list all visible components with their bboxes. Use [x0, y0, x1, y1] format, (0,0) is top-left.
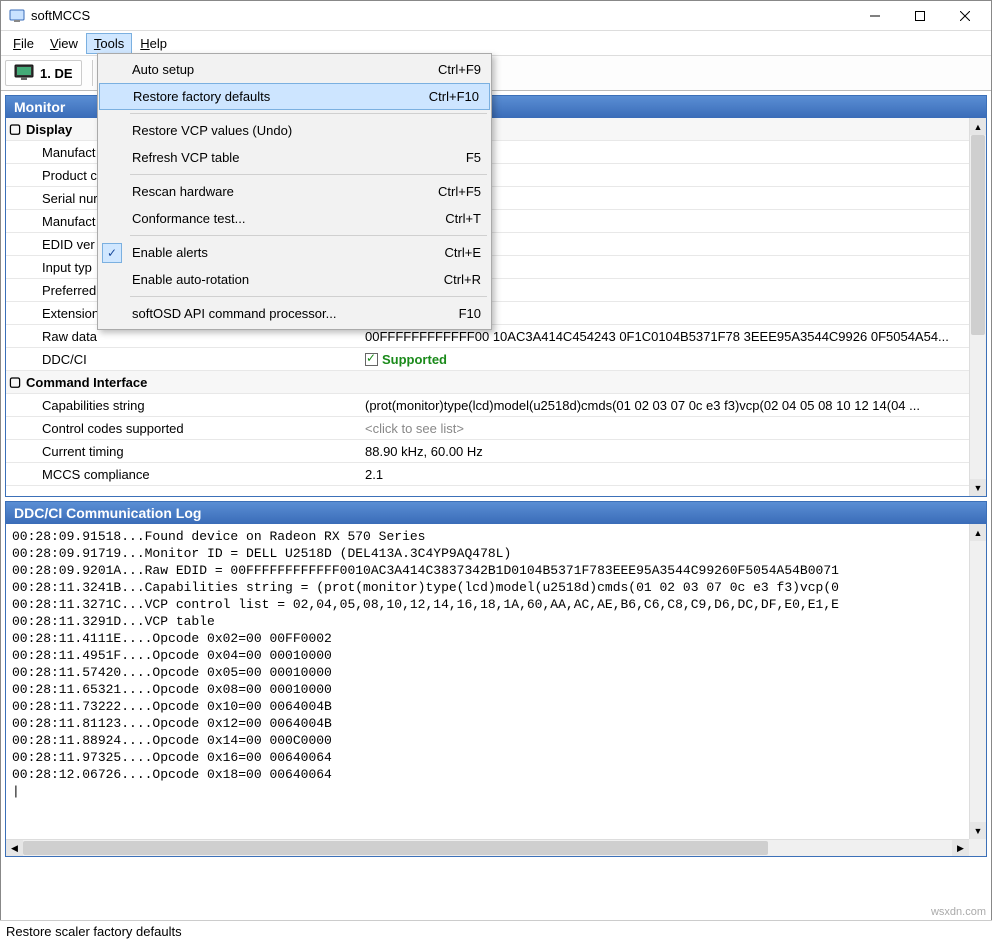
toolbar-separator — [92, 60, 93, 86]
collapse-icon[interactable]: ▢ — [6, 374, 24, 390]
menu-item-label: Enable alerts — [132, 245, 445, 260]
monitor-selector-label: 1. DE — [40, 66, 73, 81]
menu-item-refresh-vcp-table[interactable]: Refresh VCP tableF5 — [98, 144, 491, 171]
menu-divider — [130, 174, 487, 175]
minimize-button[interactable] — [852, 2, 897, 30]
log-text[interactable]: 00:28:09.91518...Found device on Radeon … — [6, 524, 986, 834]
table-row[interactable]: Capabilities string(prot(monitor)type(lc… — [6, 394, 986, 417]
log-horizontal-scrollbar[interactable]: ◀ ▶ — [6, 839, 969, 856]
table-row-ddcci[interactable]: DDC/CISupported — [6, 348, 986, 371]
menu-divider — [130, 296, 487, 297]
menu-item-conformance-test[interactable]: Conformance test...Ctrl+T — [98, 205, 491, 232]
menu-item-label: Conformance test... — [132, 211, 445, 226]
scroll-right-icon[interactable]: ▶ — [952, 840, 969, 856]
menu-view[interactable]: View — [42, 33, 86, 54]
watermark: wsxdn.com — [931, 906, 986, 918]
app-title: softMCCS — [31, 8, 852, 23]
menu-item-shortcut: Ctrl+F9 — [438, 62, 481, 77]
menu-item-rescan-hardware[interactable]: Rescan hardwareCtrl+F5 — [98, 178, 491, 205]
group-command-interface[interactable]: ▢ Command Interface 📌 — [6, 371, 986, 394]
statusbar: Restore scaler factory defaults — [0, 920, 992, 942]
menu-item-label: Restore VCP values (Undo) — [132, 123, 481, 138]
scroll-left-icon[interactable]: ◀ — [6, 840, 23, 856]
menu-item-shortcut: Ctrl+E — [445, 245, 481, 260]
check-icon: ✓ — [102, 243, 122, 263]
menu-item-auto-setup[interactable]: Auto setupCtrl+F9 — [98, 56, 491, 83]
menu-item-label: softOSD API command processor... — [132, 306, 459, 321]
monitor-selector-button[interactable]: 1. DE — [5, 60, 82, 86]
menu-item-restore-factory-defaults[interactable]: Restore factory defaultsCtrl+F10 — [99, 83, 490, 110]
scroll-up-icon[interactable]: ▲ — [970, 118, 986, 135]
scroll-up-icon[interactable]: ▲ — [970, 524, 986, 541]
log-panel: DDC/CI Communication Log 00:28:09.91518.… — [5, 501, 987, 857]
menu-item-enable-auto-rotation[interactable]: Enable auto-rotationCtrl+R — [98, 266, 491, 293]
menu-item-shortcut: F10 — [459, 306, 481, 321]
table-row[interactable]: MCCS compliance2.1 — [6, 463, 986, 486]
menu-item-label: Rescan hardware — [132, 184, 438, 199]
menu-help[interactable]: Help — [132, 33, 175, 54]
monitor-icon — [14, 64, 34, 82]
menu-file[interactable]: File — [5, 33, 42, 54]
menu-item-restore-vcp-values-undo[interactable]: Restore VCP values (Undo) — [98, 117, 491, 144]
menu-item-label: Auto setup — [132, 62, 438, 77]
menu-item-label: Restore factory defaults — [133, 89, 429, 104]
scroll-down-icon[interactable]: ▼ — [970, 822, 986, 839]
menu-item-shortcut: Ctrl+T — [445, 211, 481, 226]
menu-divider — [130, 113, 487, 114]
app-icon — [9, 8, 25, 24]
menu-item-shortcut: F5 — [466, 150, 481, 165]
checkbox-icon — [365, 353, 378, 366]
tools-dropdown: Auto setupCtrl+F9Restore factory default… — [97, 53, 492, 330]
titlebar: softMCCS — [1, 1, 991, 31]
log-vertical-scrollbar[interactable]: ▲ ▼ — [969, 524, 986, 839]
log-panel-header: DDC/CI Communication Log — [6, 502, 986, 524]
scroll-thumb[interactable] — [971, 135, 985, 335]
table-row[interactable]: Current timing88.90 kHz, 60.00 Hz — [6, 440, 986, 463]
menu-item-shortcut: Ctrl+F10 — [429, 89, 479, 104]
menu-item-softosd-api-command-processor[interactable]: softOSD API command processor...F10 — [98, 300, 491, 327]
monitor-grid-scrollbar[interactable]: ▲ ▼ — [969, 118, 986, 496]
table-row-control-codes[interactable]: Control codes supported<click to see lis… — [6, 417, 986, 440]
maximize-button[interactable] — [897, 2, 942, 30]
menu-divider — [130, 235, 487, 236]
menu-item-shortcut: Ctrl+F5 — [438, 184, 481, 199]
menu-item-label: Refresh VCP table — [132, 150, 466, 165]
scroll-thumb[interactable] — [23, 841, 768, 855]
menu-item-enable-alerts[interactable]: ✓ Enable alertsCtrl+E — [98, 239, 491, 266]
menu-tools[interactable]: Tools — [86, 33, 132, 54]
menu-item-label: Enable auto-rotation — [132, 272, 444, 287]
menu-item-shortcut: Ctrl+R — [444, 272, 481, 287]
scroll-down-icon[interactable]: ▼ — [970, 479, 986, 496]
close-button[interactable] — [942, 2, 987, 30]
menubar: File View Tools Help — [1, 31, 991, 55]
statusbar-text: Restore scaler factory defaults — [6, 924, 182, 939]
collapse-icon[interactable]: ▢ — [6, 121, 24, 137]
